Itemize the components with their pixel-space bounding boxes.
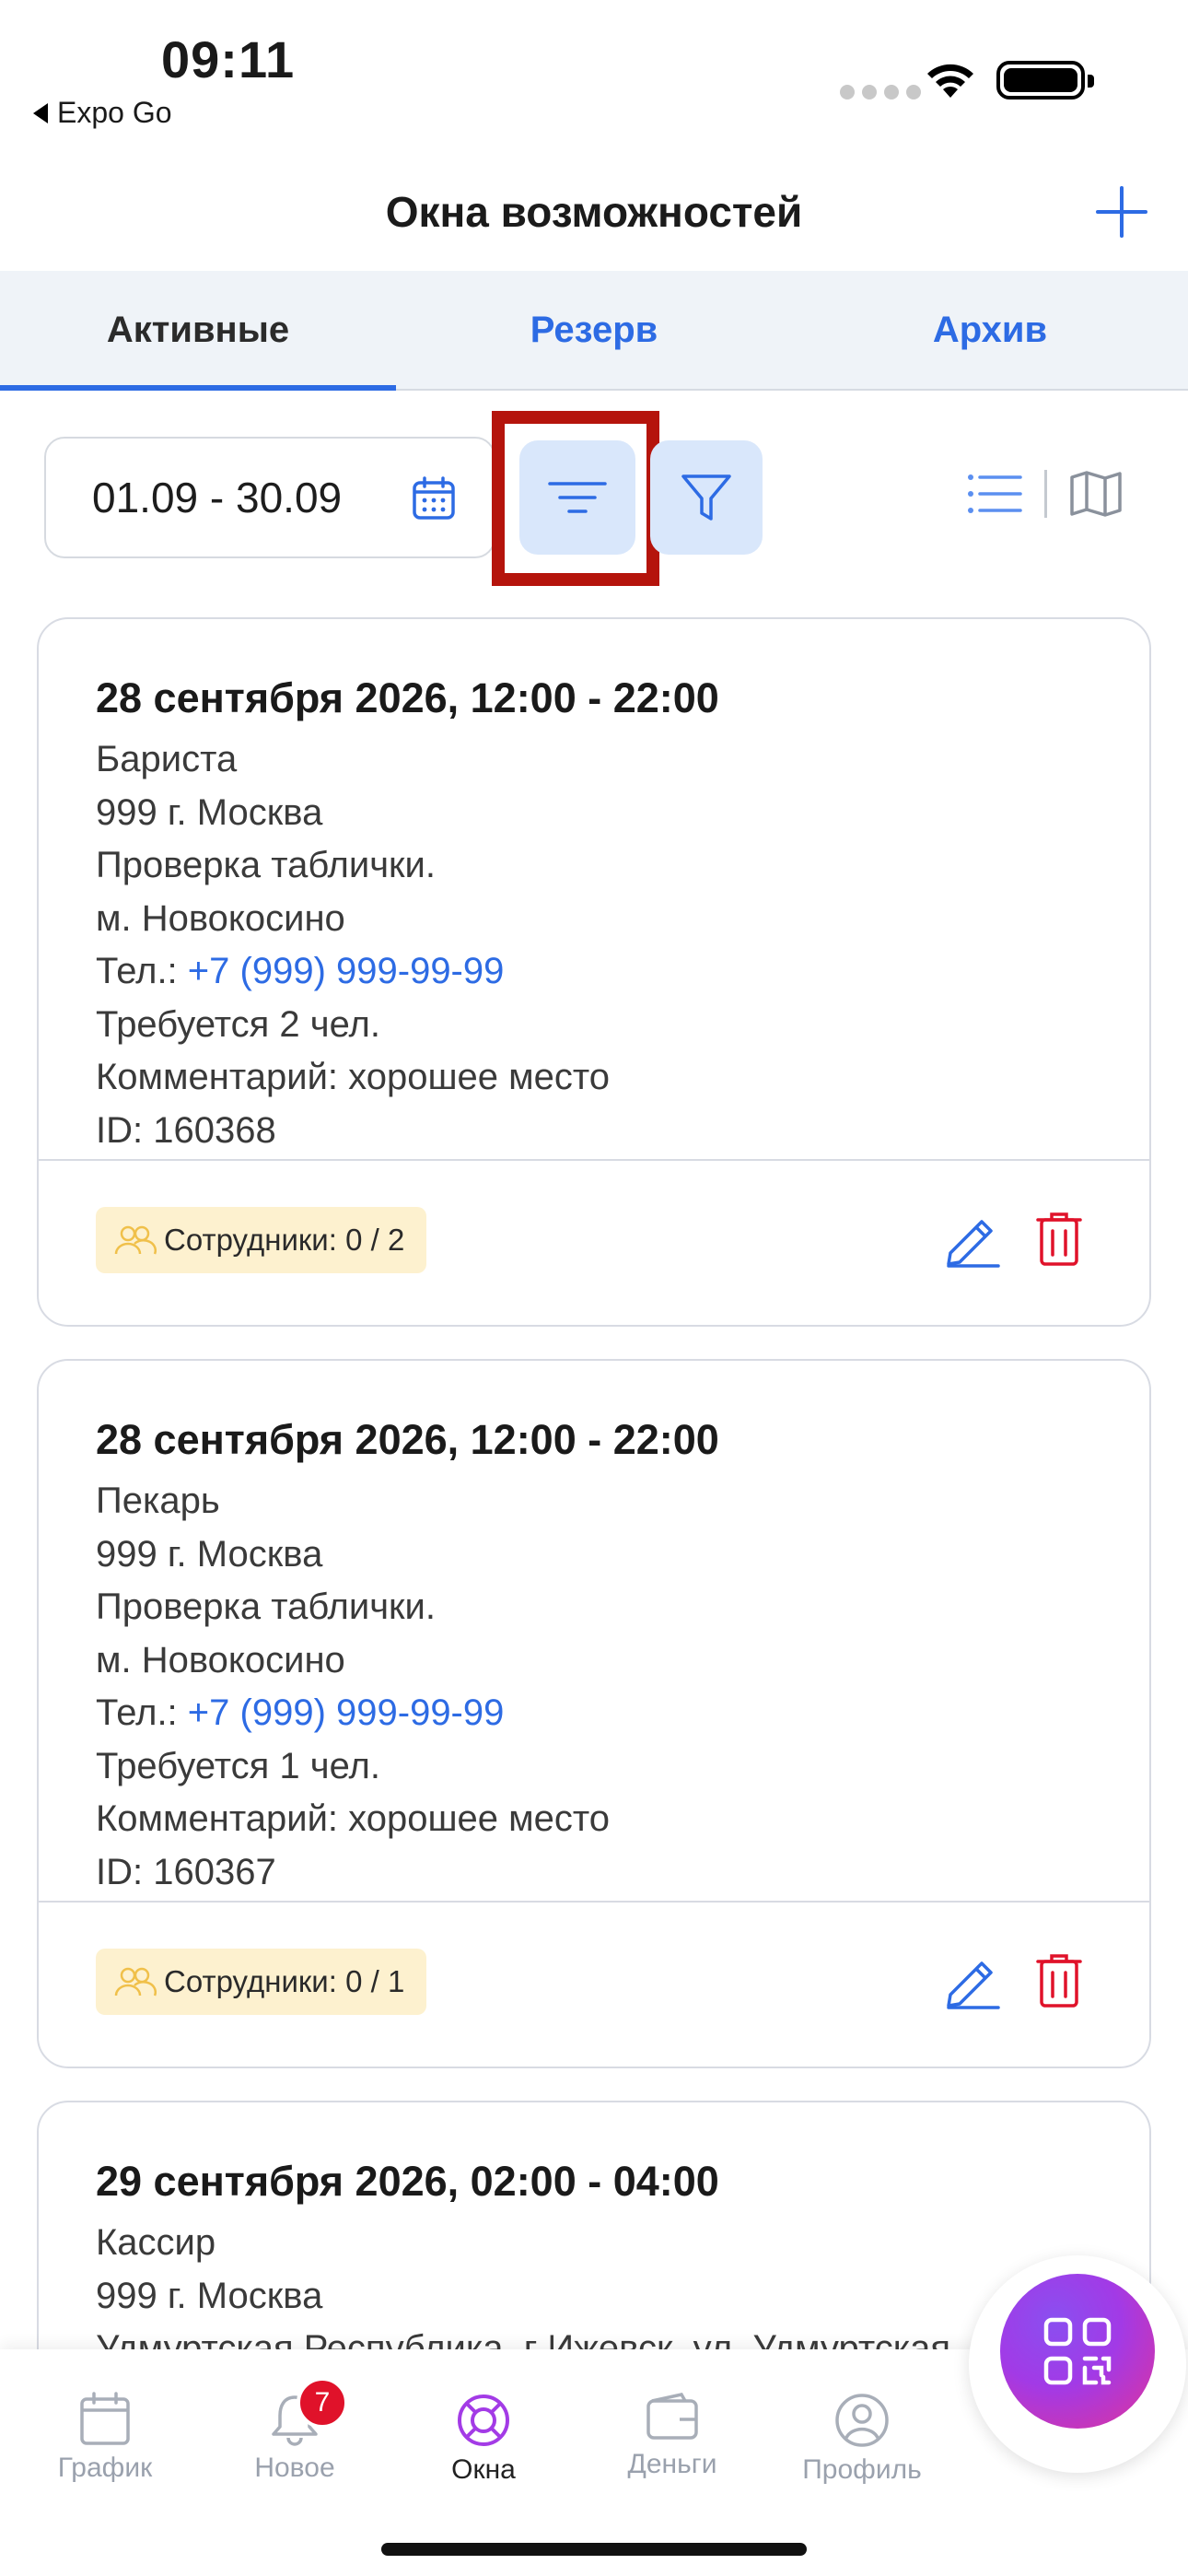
back-app-label: Expo Go <box>57 96 172 129</box>
card-id: ID: 160368 <box>96 1109 276 1151</box>
staff-badge: Сотрудники: 0 / 1 <box>96 1949 427 2015</box>
phone-link[interactable]: +7 (999) 999-99-99 <box>188 951 505 991</box>
add-icon[interactable] <box>1092 182 1151 241</box>
card-required: Требуется 1 чел. <box>96 1745 380 1786</box>
calendar-icon <box>80 2392 130 2445</box>
status-bar: 09:11 Expo Go <box>0 0 1188 147</box>
users-icon <box>114 1225 157 1255</box>
card-address: 999 г. Москва <box>96 791 323 833</box>
lifebuoy-icon <box>458 2395 509 2446</box>
card-note: Проверка таблички. <box>96 845 436 885</box>
date-range-value: 01.09 - 30.09 <box>92 474 343 521</box>
card-position: Кассир <box>96 2222 216 2263</box>
staff-count: Сотрудники: 0 / 1 <box>164 1964 405 1998</box>
card-position: Пекарь <box>96 1481 220 1521</box>
edit-icon[interactable] <box>945 1211 1002 1268</box>
card-phone-row: Тел.: +7 (999) 999-99-99 <box>96 1687 1149 1740</box>
card-comment: Комментарий: хорошее место <box>96 1798 611 1839</box>
view-toggle <box>967 470 1123 518</box>
staff-count: Сотрудники: 0 / 2 <box>164 1223 405 1257</box>
page-title: Окна возможностей <box>385 188 803 236</box>
card-title: 29 сентября 2026, 02:00 - 04:00 <box>96 2158 719 2205</box>
date-range-picker[interactable]: 01.09 - 30.09 <box>44 437 495 558</box>
calendar-icon <box>413 476 455 520</box>
toolbar: 01.09 - 30.09 <box>0 411 1188 586</box>
nav-item-money[interactable]: Деньги <box>589 2392 755 2480</box>
list-view-icon[interactable] <box>967 473 1022 515</box>
wallet-icon <box>646 2393 698 2440</box>
card-position: Бариста <box>96 739 238 779</box>
trash-icon[interactable] <box>1035 1211 1083 1268</box>
nav-label: Новое <box>254 2453 335 2483</box>
view-toggle-divider <box>1044 470 1047 518</box>
card-required: Требуется 2 чел. <box>96 1003 380 1045</box>
wifi-icon <box>927 64 973 98</box>
card-metro: м. Новокосино <box>96 1639 345 1680</box>
nav-label: Окна <box>451 2454 516 2485</box>
opportunity-card[interactable]: 28 сентября 2026, 12:00 - 22:00 Пекарь 9… <box>37 1359 1151 2068</box>
battery-icon <box>996 61 1094 100</box>
status-time: 09:11 <box>161 30 296 88</box>
card-phone-row: Тел.: +7 (999) 999-99-99 <box>96 945 1149 999</box>
tab-active[interactable]: Активные <box>0 271 396 391</box>
tab-bar: Активные Резерв Архив <box>0 271 1188 391</box>
card-id: ID: 160367 <box>96 1851 276 1892</box>
phone-label: Тел.: <box>96 951 178 991</box>
opportunity-card[interactable]: 28 сентября 2026, 12:00 - 22:00 Бариста … <box>37 617 1151 1327</box>
card-footer: Сотрудники: 0 / 1 <box>39 1901 1149 2067</box>
qr-scan-button[interactable] <box>1000 2274 1155 2429</box>
users-icon <box>114 1967 157 1996</box>
notification-badge: 7 <box>297 2377 348 2429</box>
nav-item-schedule[interactable]: График <box>22 2392 188 2484</box>
card-title: 28 сентября 2026, 12:00 - 22:00 <box>96 674 719 721</box>
profile-icon <box>835 2394 889 2447</box>
nav-label: График <box>57 2453 153 2483</box>
map-view-icon[interactable] <box>1069 470 1123 518</box>
card-footer: Сотрудники: 0 / 2 <box>39 1159 1149 1325</box>
highlight-frame <box>492 411 659 586</box>
back-arrow-icon <box>33 102 48 123</box>
app-header: Окна возможностей <box>0 157 1188 267</box>
filter-icon <box>681 474 731 521</box>
nav-label: Деньги <box>627 2449 717 2479</box>
home-indicator <box>381 2543 807 2556</box>
edit-icon[interactable] <box>945 1952 1002 2009</box>
cellular-signal-icon <box>840 85 921 100</box>
trash-icon[interactable] <box>1035 1952 1083 2009</box>
nav-item-profile[interactable]: Профиль <box>779 2392 945 2486</box>
staff-badge: Сотрудники: 0 / 2 <box>96 1207 427 1273</box>
filter-button[interactable] <box>650 440 763 555</box>
phone-link[interactable]: +7 (999) 999-99-99 <box>188 1692 505 1733</box>
phone-label: Тел.: <box>96 1692 178 1733</box>
nav-item-new[interactable]: 7 Новое <box>212 2377 378 2484</box>
nav-label: Профиль <box>802 2454 922 2485</box>
tab-archive[interactable]: Архив <box>792 271 1188 389</box>
nav-item-windows[interactable]: Окна <box>401 2392 566 2486</box>
card-address: 999 г. Москва <box>96 1533 323 1575</box>
card-metro: м. Новокосино <box>96 897 345 939</box>
card-note: Проверка таблички. <box>96 1587 436 1627</box>
card-comment: Комментарий: хорошее место <box>96 1057 611 1097</box>
card-title: 28 сентября 2026, 12:00 - 22:00 <box>96 1416 719 1463</box>
qr-code-icon <box>1043 2317 1112 2385</box>
back-to-app-link[interactable]: Expo Go <box>33 96 172 130</box>
tab-reserve[interactable]: Резерв <box>396 271 792 389</box>
